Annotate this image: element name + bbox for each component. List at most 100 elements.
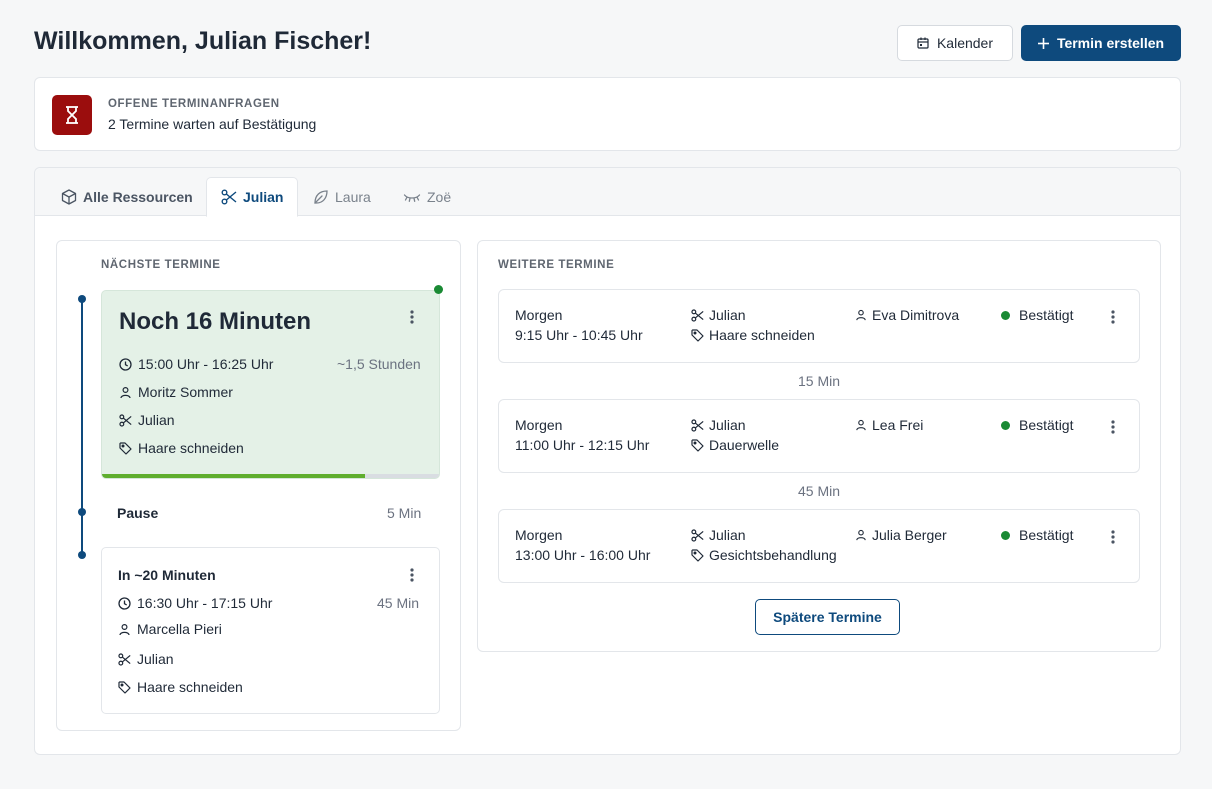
scissors-icon	[691, 308, 704, 322]
appointment-service: Dauerwelle	[691, 437, 779, 453]
pause-label: Pause	[117, 505, 159, 521]
more-options-button[interactable]	[1103, 527, 1123, 547]
status-dot	[1001, 530, 1010, 540]
scissors-icon	[221, 189, 237, 205]
current-service: Haare schneiden	[138, 440, 244, 456]
tab-label: Julian	[243, 189, 284, 205]
tab-all-resources[interactable]: Alle Ressourcen	[47, 177, 207, 216]
upcoming-appointment-card[interactable]: In ~20 Minuten 16:30 Uhr - 17:15 Uhr 45 …	[101, 547, 440, 714]
appointment-time: 11:00 Uhr - 12:15 Uhr	[515, 437, 650, 453]
more-options-button[interactable]	[402, 565, 422, 585]
appointment-day: Morgen	[515, 417, 563, 433]
appointment-client: Lea Frei	[855, 417, 923, 433]
upcoming-duration: 45 Min	[377, 595, 420, 611]
user-icon	[856, 529, 866, 541]
current-duration: ~1,5 Stunden	[337, 356, 421, 372]
appointment-status: Bestätigt	[1001, 417, 1073, 433]
status-dot	[1001, 420, 1010, 430]
notice-text: 2 Termine warten auf Bestätigung	[108, 116, 317, 132]
more-options-button[interactable]	[1103, 417, 1123, 437]
upcoming-staff-row: Julian	[118, 651, 174, 667]
next-appointments-label: NÄCHSTE TERMINE	[101, 259, 221, 271]
next-appointments-card: NÄCHSTE TERMINE Noch 16 Minuten 15:00 Uh…	[56, 240, 461, 731]
more-vertical-icon	[410, 310, 414, 324]
appointment-client-name: Lea Frei	[872, 417, 924, 433]
user-icon	[120, 386, 131, 398]
user-icon	[119, 623, 130, 635]
calendar-button-label: Kalender	[936, 35, 994, 51]
appointment-staff-name: Julian	[709, 307, 746, 323]
more-vertical-icon	[1111, 530, 1115, 544]
tab-label: Laura	[335, 188, 371, 205]
current-appointment-card[interactable]: Noch 16 Minuten 15:00 Uhr - 16:25 Uhr ~1…	[101, 290, 440, 479]
upcoming-service-row: Haare schneiden	[118, 679, 243, 695]
appointment-staff-name: Julian	[709, 527, 746, 543]
calendar-icon	[917, 37, 929, 49]
tab-label: Alle Ressourcen	[83, 188, 193, 205]
tab-laura[interactable]: Laura	[299, 177, 385, 216]
upcoming-client: Marcella Pieri	[137, 621, 222, 637]
appointment-time: 9:15 Uhr - 10:45 Uhr	[515, 327, 643, 343]
scissors-icon	[119, 413, 132, 427]
current-client-row: Moritz Sommer	[119, 384, 233, 400]
scissors-icon	[691, 418, 704, 432]
later-appointments-button[interactable]: Spätere Termine	[755, 599, 900, 635]
more-options-button[interactable]	[402, 307, 422, 327]
pause-duration: 5 Min	[387, 505, 422, 521]
progress-fill	[102, 474, 365, 478]
upcoming-client-row: Marcella Pieri	[118, 621, 222, 637]
appointment-service-name: Dauerwelle	[709, 437, 780, 453]
appointment-row[interactable]: Morgen 13:00 Uhr - 16:00 Uhr Julian Gesi…	[498, 509, 1140, 583]
tag-icon	[118, 680, 131, 694]
appointment-day: Morgen	[515, 307, 563, 323]
appointment-time: 13:00 Uhr - 16:00 Uhr	[515, 547, 651, 563]
current-countdown: Noch 16 Minuten	[119, 308, 312, 335]
scissors-icon	[118, 652, 131, 666]
appointment-status: Bestätigt	[1001, 527, 1073, 543]
pending-requests-notice[interactable]: OFFENE TERMINANFRAGEN 2 Termine warten a…	[34, 77, 1181, 151]
cube-icon	[61, 188, 77, 205]
appointment-status-label: Bestätigt	[1019, 527, 1074, 543]
appointment-client: Eva Dimitrova	[855, 307, 959, 323]
timeline-dot	[78, 508, 86, 516]
tab-label: Zoë	[427, 188, 452, 205]
upcoming-service: Haare schneiden	[137, 679, 243, 695]
tag-icon	[691, 438, 704, 452]
eyelash-icon	[403, 193, 421, 202]
further-appointments-card: WEITERE TERMINE Morgen 9:15 Uhr - 10:45 …	[477, 240, 1161, 652]
notice-heading: OFFENE TERMINANFRAGEN	[108, 98, 280, 110]
create-appointment-button[interactable]: Termin erstellen	[1021, 25, 1181, 61]
current-time: 15:00 Uhr - 16:25 Uhr	[138, 356, 274, 372]
appointments-panel: Alle Ressourcen Julian Laura Zoë NÄCHSTE…	[34, 167, 1181, 755]
more-options-button[interactable]	[1103, 307, 1123, 327]
tab-julian[interactable]: Julian	[206, 177, 299, 217]
plus-icon	[1037, 37, 1049, 49]
gap-duration: 45 Min	[797, 483, 841, 499]
scissors-icon	[691, 528, 704, 542]
appointment-service-name: Gesichtsbehandlung	[709, 547, 837, 563]
appointment-staff: Julian	[691, 307, 746, 323]
hourglass-icon	[52, 95, 92, 135]
timeline-dot	[78, 551, 86, 559]
appointment-staff: Julian	[691, 417, 746, 433]
calendar-button[interactable]: Kalender	[897, 25, 1013, 61]
appointment-status-label: Bestätigt	[1019, 417, 1074, 433]
appointment-row[interactable]: Morgen 9:15 Uhr - 10:45 Uhr Julian Haare…	[498, 289, 1140, 363]
appointment-status-label: Bestätigt	[1019, 307, 1074, 323]
user-icon	[856, 419, 866, 431]
tag-icon	[691, 328, 704, 342]
current-time-row: 15:00 Uhr - 16:25 Uhr	[119, 356, 273, 372]
tab-zoe[interactable]: Zoë	[389, 177, 465, 216]
appointment-row[interactable]: Morgen 11:00 Uhr - 12:15 Uhr Julian Daue…	[498, 399, 1140, 473]
timeline-line	[81, 299, 83, 557]
more-vertical-icon	[1111, 420, 1115, 434]
appointment-status: Bestätigt	[1001, 307, 1073, 323]
status-dot	[1001, 310, 1010, 320]
upcoming-staff: Julian	[137, 651, 174, 667]
appointment-day: Morgen	[515, 527, 563, 543]
current-staff: Julian	[138, 412, 175, 428]
upcoming-time: 16:30 Uhr - 17:15 Uhr	[137, 595, 273, 611]
appointment-service: Haare schneiden	[691, 327, 815, 343]
more-vertical-icon	[1111, 310, 1115, 324]
appointment-progress-bar	[102, 474, 439, 478]
